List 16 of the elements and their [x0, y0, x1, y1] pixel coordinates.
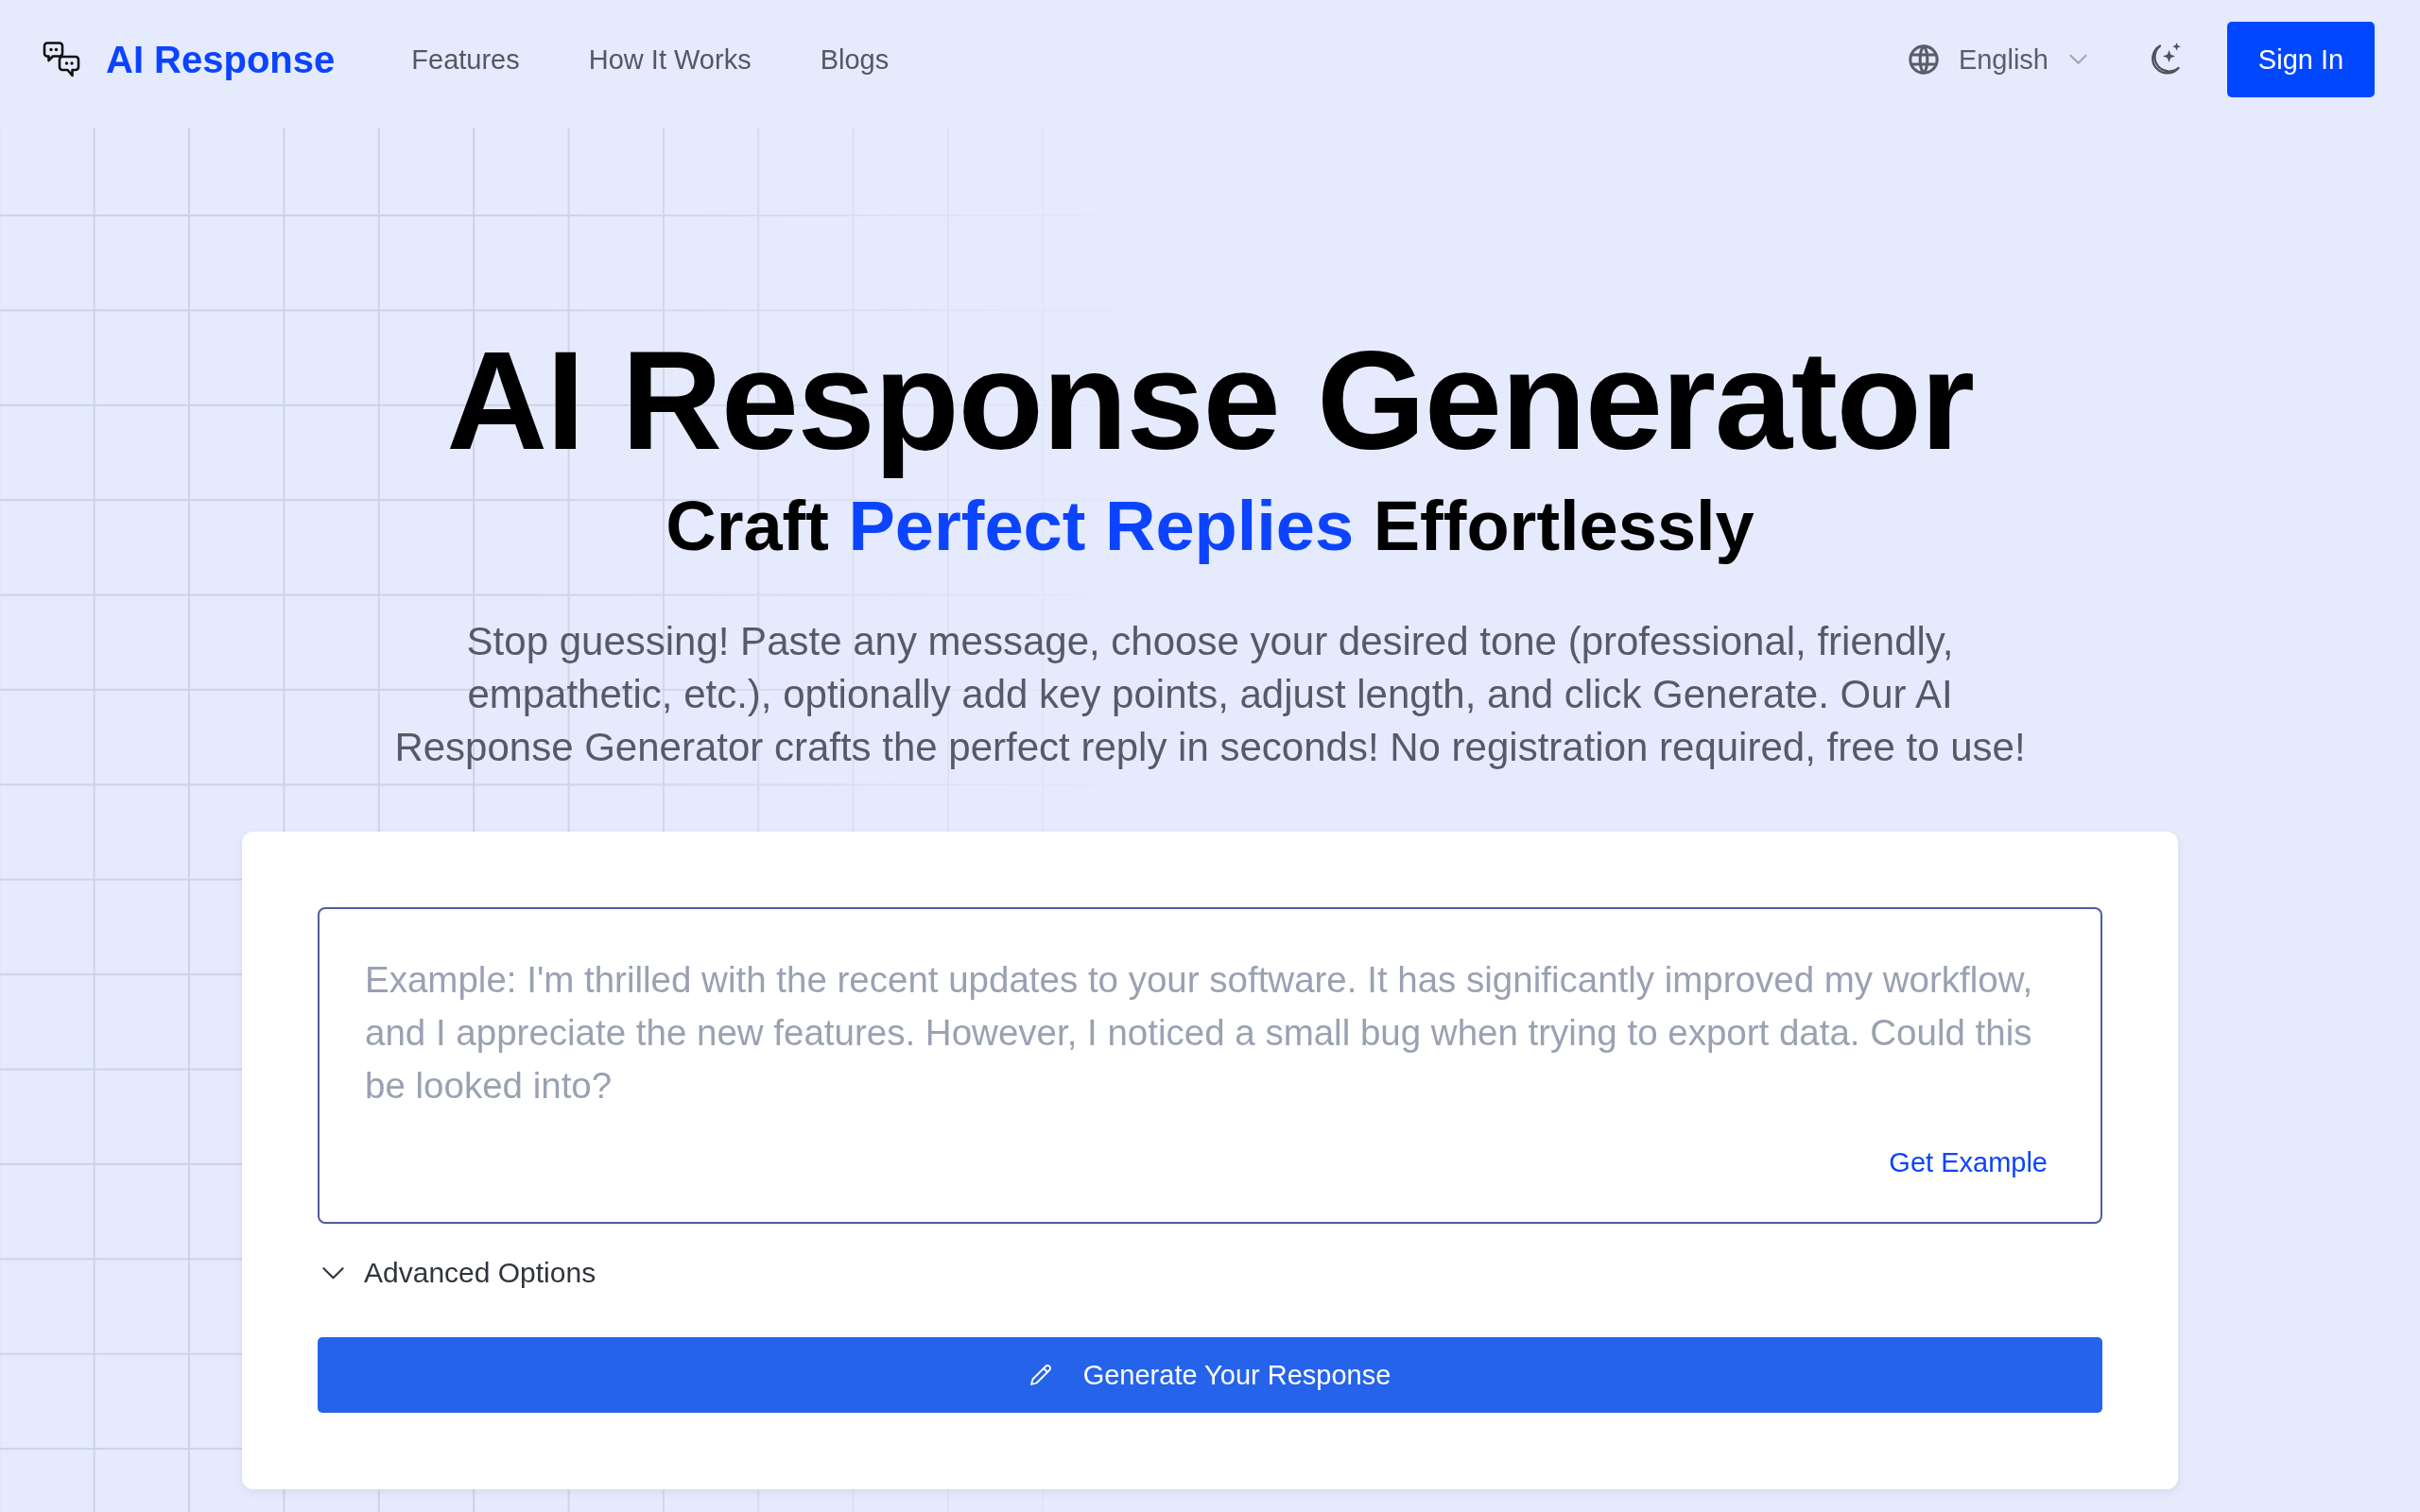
hero-description: Stop guessing! Paste any message, choose your desired tone (professional, friendly, empathetic, etc.), optionally add key points, adjust length, and click Generate. Our AI Response Generator crafts the perfect reply in seconds! No registration required, free to use!	[393, 618, 2027, 772]
pencil-icon	[1028, 1364, 1052, 1387]
chevron-down-icon	[2069, 54, 2087, 65]
chat-bubbles-icon	[43, 41, 80, 78]
hero-title: AI Response Generator	[446, 321, 1974, 480]
home-logo-link[interactable]: AI Response	[43, 38, 336, 81]
nav-link[interactable]: Features	[411, 43, 520, 76]
hero-subtitle: Craft Perfect Replies Effortlessly	[666, 488, 1754, 565]
advanced-options-toggle[interactable]: Advanced Options	[318, 1254, 596, 1293]
get-example-link[interactable]: Get Example	[1889, 1147, 2048, 1179]
generate-response-button[interactable]: Generate Your Response	[318, 1337, 2102, 1414]
nav-link[interactable]: Blogs	[820, 43, 890, 76]
globe-icon	[1907, 43, 1940, 76]
sign-in-button[interactable]: Sign In	[2227, 22, 2375, 97]
language-selector[interactable]: English	[1907, 43, 2087, 76]
nav-link[interactable]: How It Works	[588, 43, 752, 76]
